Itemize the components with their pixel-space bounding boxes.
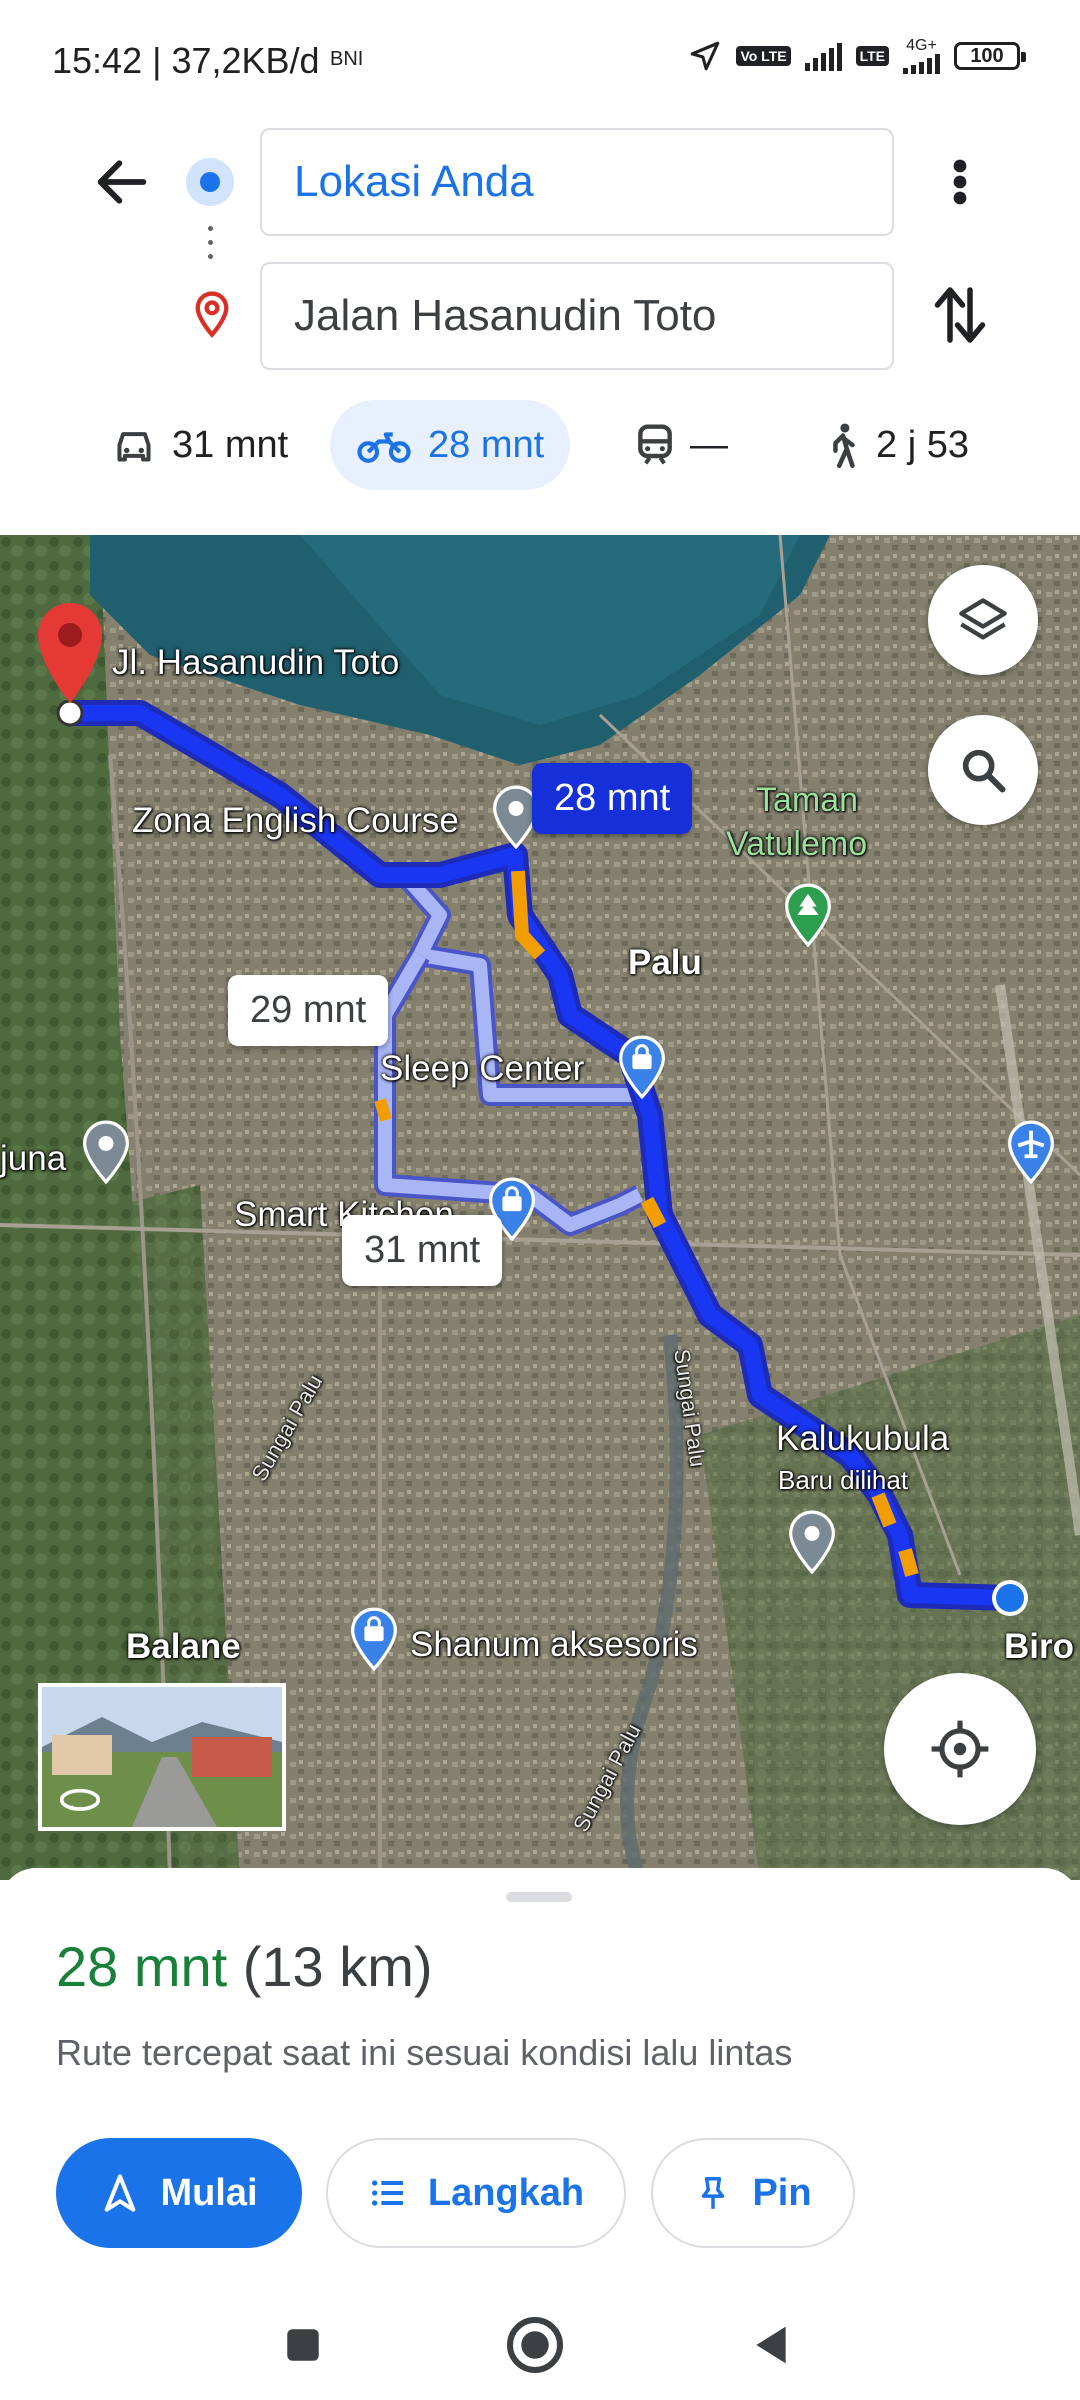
mode-walk-tab[interactable]: 2 j 53 [800, 400, 995, 490]
shopping-pin-icon[interactable] [616, 1035, 668, 1099]
street-view-thumbnail[interactable] [38, 1683, 286, 1831]
pin-button-label: Pin [752, 2171, 812, 2214]
route-description: Rute tercepat saat ini sesuai kondisi la… [56, 2032, 793, 2073]
mode-car-tab[interactable]: 31 mnt [86, 400, 314, 490]
pin-button[interactable]: Pin [651, 2138, 855, 2248]
more-vert-icon [953, 159, 967, 205]
mode-walk-label: 2 j 53 [876, 423, 969, 466]
walk-icon [833, 423, 855, 468]
signal-icon-2 [903, 54, 940, 74]
search-icon [962, 749, 1006, 793]
status-bar: 15:42 | 37,2KB/d BNI Vo LTE LTE 4G+ 100 [0, 0, 1080, 120]
home-circle-icon [507, 2317, 563, 2373]
square-icon [287, 2329, 319, 2361]
car-icon [117, 432, 151, 462]
mode-transit-label: — [690, 423, 728, 466]
start-button-label: Mulai [160, 2171, 258, 2214]
satellite-map [0, 535, 1080, 1880]
train-icon [638, 424, 672, 465]
recent-place-pin-icon[interactable] [786, 1510, 838, 1574]
route-chip-alt-1[interactable]: 29 mnt [228, 975, 389, 1046]
street-view-360-icon [59, 1788, 101, 1811]
list-icon [371, 2180, 403, 2206]
battery-icon: 100 [954, 42, 1026, 70]
status-icons: Vo LTE LTE 4G+ 100 [688, 38, 1026, 74]
network-type: 4G+ [906, 37, 937, 54]
airport-pin-icon[interactable] [1005, 1120, 1057, 1184]
shopping-pin-icon-3[interactable] [348, 1607, 400, 1671]
volte-badge-2: LTE [855, 46, 889, 66]
status-time: 15:42 | 37,2KB/d [52, 40, 320, 81]
route-connector-icon [208, 226, 214, 270]
search-map-button[interactable] [928, 715, 1038, 825]
more-options-button[interactable] [940, 150, 980, 214]
route-chip-alt-2[interactable]: 31 mnt [342, 1215, 503, 1286]
map-label-juna[interactable]: juna [0, 1139, 66, 1179]
map-label-palu: Palu [628, 943, 702, 982]
layers-icon [959, 598, 1007, 640]
steps-button[interactable]: Langkah [326, 2138, 626, 2248]
recents-button[interactable] [268, 2310, 338, 2380]
travel-mode-tabs: 31 mnt 28 mnt — 2 j 53 [0, 400, 1080, 496]
volte-badge: Vo LTE [736, 46, 791, 66]
route-summary-sheet[interactable]: 28 mnt (13 km) Rute tercepat saat ini se… [0, 1868, 1080, 2288]
system-nav-bar [0, 2288, 1080, 2400]
status-carrier: BNI [330, 48, 364, 70]
home-button[interactable] [500, 2310, 570, 2380]
map-label-recent: Baru dilihat [778, 1465, 909, 1495]
layers-button[interactable] [928, 565, 1038, 675]
battery-level: 100 [970, 44, 1004, 67]
signal-icon [804, 41, 842, 71]
location-arrow-icon [691, 41, 720, 71]
swap-button[interactable] [930, 280, 990, 350]
map-label-taman-2[interactable]: Vatulemo [726, 825, 867, 864]
map-label-destination[interactable]: Jl. Hasanudin Toto [112, 643, 399, 683]
park-pin-icon[interactable] [782, 883, 834, 947]
my-location-button[interactable] [884, 1673, 1036, 1825]
navigation-arrow-icon [105, 2174, 136, 2212]
crosshair-icon [931, 1720, 989, 1778]
network-indicator: 4G+ [903, 38, 940, 74]
map-label-biro: Biro [1004, 1627, 1074, 1666]
route-duration: 28 mnt [56, 1935, 228, 1998]
mode-transit-tab[interactable]: — [610, 400, 754, 490]
mode-car-label: 31 mnt [172, 423, 289, 466]
map-label-sleep-center[interactable]: Sleep Center [380, 1049, 584, 1089]
route-chip-selected[interactable]: 28 mnt [532, 763, 693, 834]
start-button[interactable]: Mulai [56, 2138, 302, 2248]
origin-dot-icon [186, 158, 234, 206]
route-summary: 28 mnt (13 km) [56, 1934, 433, 1999]
triangle-back-icon [756, 2326, 786, 2364]
pushpin-icon [702, 2177, 725, 2209]
arrow-left-icon [97, 160, 147, 204]
place-pin-icon-2[interactable] [80, 1120, 132, 1184]
steps-button-label: Langkah [427, 2171, 585, 2214]
destination-input[interactable]: Jalan Hasanudin Toto [260, 262, 894, 370]
map-label-kalukubula: Kalukubula [776, 1419, 950, 1458]
map-label-shanum[interactable]: Shanum aksesoris [410, 1625, 698, 1665]
sheet-drag-handle[interactable] [506, 1892, 572, 1902]
mode-motorcycle-tab[interactable]: 28 mnt [330, 400, 571, 490]
route-distance: (13 km) [242, 1935, 433, 1998]
origin-input[interactable]: Lokasi Anda [260, 128, 894, 236]
motorcycle-icon [357, 432, 411, 463]
swap-vert-icon [934, 287, 986, 343]
destination-pin-icon [190, 290, 234, 345]
map-label-taman-1[interactable]: Taman [756, 781, 858, 820]
back-nav-button[interactable] [736, 2310, 806, 2380]
map-label-balane: Balane [126, 1627, 241, 1666]
map-view[interactable]: Jl. Hasanudin Toto Zona English Course T… [0, 535, 1080, 1880]
map-label-zona[interactable]: Zona English Course [132, 801, 459, 841]
back-button[interactable] [90, 150, 154, 214]
mode-motorcycle-label: 28 mnt [428, 423, 545, 466]
